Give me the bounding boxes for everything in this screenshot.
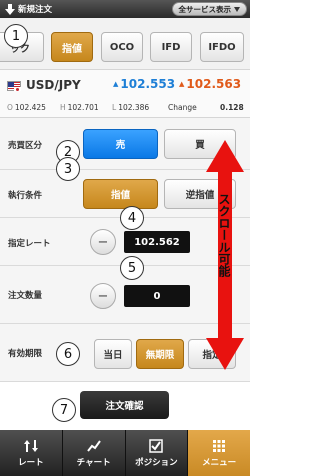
order-type-row: ック 指値 OCO IFD IFDO [0, 18, 250, 70]
tab-rate[interactable]: レート [0, 430, 63, 476]
tab-chart[interactable]: チャート [63, 430, 126, 476]
change-label: Change [168, 103, 197, 112]
price-label: 指定レート [8, 239, 51, 249]
high-price: H 102.701 [60, 103, 99, 112]
callout-3: 3 [56, 157, 80, 181]
sell-button[interactable]: 売 [83, 129, 158, 159]
open-price: O 102.425 [7, 103, 46, 112]
execution-label: 執行条件 [8, 191, 43, 201]
change-value: 0.128 [220, 103, 244, 112]
low-value: 102.386 [118, 103, 150, 112]
ask-value: 102.563 [186, 77, 242, 91]
open-label: O [7, 103, 13, 112]
all-services-button[interactable]: 全サービス表示 [171, 2, 247, 16]
order-confirm-button[interactable]: 注文確認 [80, 391, 169, 419]
up-triangle-icon: ▲ [179, 80, 185, 88]
all-services-label: 全サービス表示 [178, 4, 232, 14]
back-arrow-icon[interactable] [4, 3, 16, 15]
price-decrement-button[interactable]: − [90, 229, 116, 255]
callout-4: 4 [120, 206, 144, 230]
usd-jpy-flag-icon [7, 81, 21, 91]
bid-value: 102.553 [120, 77, 176, 91]
low-price: L 102.386 [112, 103, 149, 112]
callout-6: 6 [56, 342, 80, 366]
high-label: H [60, 103, 66, 112]
expiry-label: 有効期限 [8, 349, 43, 359]
order-type-ifd-button[interactable]: IFD [150, 32, 192, 62]
expiry-today-button[interactable]: 当日 [94, 339, 132, 369]
quantity-input[interactable]: 0 [124, 285, 190, 307]
up-triangle-icon: ▲ [113, 80, 119, 88]
tab-menu[interactable]: メニュー [188, 430, 250, 476]
ask-price: ▲ 102.563 [179, 77, 241, 91]
open-value: 102.425 [14, 103, 46, 112]
bottom-tab-bar: レート チャート ポジション メニュー [0, 430, 250, 476]
callout-7: 7 [52, 398, 76, 422]
tab-position-label: ポジション [135, 457, 178, 468]
order-type-limit-button[interactable]: 指値 [51, 32, 93, 62]
quantity-decrement-button[interactable]: − [90, 283, 116, 309]
tab-position[interactable]: ポジション [126, 430, 189, 476]
tab-chart-label: チャート [76, 457, 111, 468]
bid-price: ▲ 102.553 [113, 77, 175, 91]
order-type-ifdo-button[interactable]: IFDO [200, 32, 244, 62]
menu-grid-icon [212, 439, 226, 453]
currency-pair: USD/JPY [26, 78, 81, 92]
chart-icon [86, 439, 101, 453]
limit-condition-button[interactable]: 指値 [83, 179, 158, 209]
rate-arrows-icon [23, 439, 38, 453]
title-bar: 新規注文 全サービス表示 [0, 0, 250, 18]
callout-5: 5 [120, 256, 144, 280]
side-label: 売買区分 [8, 141, 43, 151]
page-title: 新規注文 [18, 5, 53, 15]
callout-1: 1 [4, 24, 28, 48]
tab-menu-label: メニュー [202, 457, 237, 468]
expiry-gtc-button[interactable]: 無期限 [136, 339, 184, 369]
tab-rate-label: レート [18, 457, 44, 468]
order-type-oco-button[interactable]: OCO [101, 32, 143, 62]
scroll-note: スクロール可能 [217, 193, 231, 277]
quantity-label: 注文数量 [8, 291, 43, 301]
position-checkbox-icon [149, 438, 164, 453]
high-value: 102.701 [67, 103, 99, 112]
low-label: L [112, 103, 117, 112]
quote-panel: USD/JPY ▲ 102.553 ▲ 102.563 O 102.425 H 102.… [0, 70, 250, 118]
chevron-down-icon [234, 6, 240, 12]
price-input[interactable]: 102.562 [124, 231, 190, 253]
